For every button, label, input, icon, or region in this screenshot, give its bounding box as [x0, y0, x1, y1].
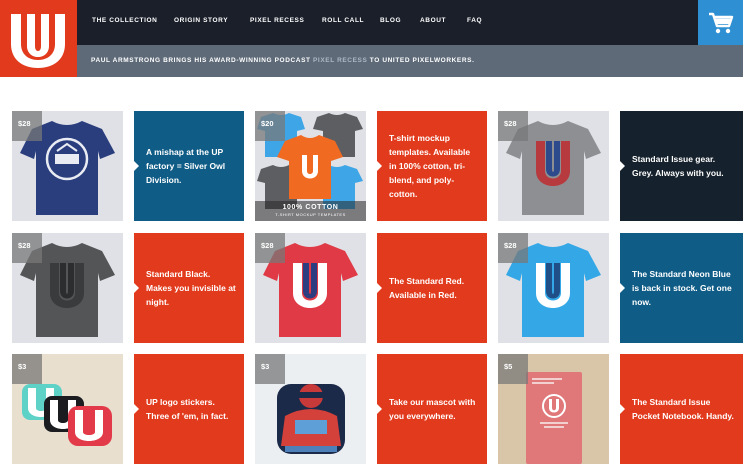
- price-badge: $3: [12, 354, 42, 384]
- product-description: The Standard Neon Blue is back in stock.…: [632, 269, 732, 307]
- banner-pixel-recess-link[interactable]: PIXEL RECESS: [313, 57, 367, 64]
- panel-notch: [134, 283, 139, 293]
- product-image-silver-owl[interactable]: $28: [12, 111, 123, 221]
- product-description-panel[interactable]: T-shirt mockup templates. Available in 1…: [377, 111, 487, 221]
- price-badge: $28: [498, 111, 528, 141]
- product-description-panel[interactable]: Standard Black. Makes you invisible at n…: [134, 233, 244, 343]
- banner-text-before: PAUL ARMSTRONG BRINGS HIS AWARD-WINNING …: [91, 57, 313, 64]
- nav-item-roll-call[interactable]: ROLL CALL: [322, 17, 364, 24]
- product-image-red-tee[interactable]: $28: [255, 233, 366, 343]
- product-image-mascot[interactable]: $3: [255, 354, 366, 464]
- product-image-neon-blue-tee[interactable]: $28: [498, 233, 609, 343]
- nav-item-about[interactable]: ABOUT: [420, 17, 446, 24]
- panel-notch: [620, 283, 625, 293]
- panel-notch: [620, 161, 625, 171]
- product-description: UP logo stickers. Three of 'em, in fact.: [146, 397, 229, 421]
- product-image-black-tee[interactable]: $28: [12, 233, 123, 343]
- site-logo[interactable]: [0, 0, 77, 77]
- price-badge: $28: [12, 111, 42, 141]
- banner-text-after: TO UNITED PIXELWORKERS.: [367, 57, 475, 64]
- product-description: T-shirt mockup templates. Available in 1…: [389, 133, 471, 199]
- panel-notch: [134, 404, 139, 414]
- product-description-panel[interactable]: Standard Issue gear. Grey. Always with y…: [620, 111, 743, 221]
- unitedpixelworkers-u-logo-icon: [11, 14, 65, 68]
- price-badge: $5: [498, 354, 528, 384]
- panel-notch: [377, 283, 382, 293]
- price-badge: $20: [255, 111, 285, 141]
- panel-notch: [134, 161, 139, 171]
- nav-item-origin-story[interactable]: ORIGIN STORY: [174, 17, 228, 24]
- product-image-stickers[interactable]: $3: [12, 354, 123, 464]
- product-description: The Standard Red. Available in Red.: [389, 276, 465, 300]
- nav-item-pixel-recess[interactable]: PIXEL RECESS: [250, 17, 304, 24]
- banner-text: PAUL ARMSTRONG BRINGS HIS AWARD-WINNING …: [91, 57, 475, 64]
- product-image-grey-tee[interactable]: $28: [498, 111, 609, 221]
- main-nav: THE COLLECTION ORIGIN STORY PIXEL RECESS…: [77, 0, 698, 45]
- product-description: Take our mascot with you everywhere.: [389, 397, 476, 421]
- product-description-panel[interactable]: UP logo stickers. Three of 'em, in fact.: [134, 354, 244, 464]
- nav-item-the-collection[interactable]: THE COLLECTION: [92, 17, 157, 24]
- product-description: A mishap at the UP factory = Silver Owl …: [146, 147, 226, 185]
- price-badge: $3: [255, 354, 285, 384]
- product-description-panel[interactable]: The Standard Neon Blue is back in stock.…: [620, 233, 743, 343]
- nav-item-blog[interactable]: BLOG: [380, 17, 401, 24]
- price-badge: $28: [498, 233, 528, 263]
- price-badge: $28: [255, 233, 285, 263]
- product-description: The Standard Issue Pocket Notebook. Hand…: [632, 397, 734, 421]
- cart-button[interactable]: [698, 0, 743, 45]
- product-image-notebook[interactable]: $5: [498, 354, 609, 464]
- panel-notch: [620, 404, 625, 414]
- nav-item-faq[interactable]: FAQ: [467, 17, 482, 24]
- cart-icon: [709, 12, 734, 34]
- mockup-tile-caption: 100% COTTON T-SHIRT MOCKUP TEMPLATES: [255, 201, 366, 221]
- price-badge: $28: [12, 233, 42, 263]
- panel-notch: [377, 404, 382, 414]
- mockup-tile-subtitle: T-SHIRT MOCKUP TEMPLATES: [275, 212, 346, 217]
- mockup-tile-title: 100% COTTON: [282, 204, 339, 211]
- product-description-panel[interactable]: A mishap at the UP factory = Silver Owl …: [134, 111, 244, 221]
- product-description: Standard Black. Makes you invisible at n…: [146, 269, 236, 307]
- product-description: Standard Issue gear. Grey. Always with y…: [632, 154, 724, 178]
- product-description-panel[interactable]: The Standard Red. Available in Red.: [377, 233, 487, 343]
- announcement-banner: PAUL ARMSTRONG BRINGS HIS AWARD-WINNING …: [77, 45, 743, 77]
- product-description-panel[interactable]: The Standard Issue Pocket Notebook. Hand…: [620, 354, 743, 464]
- panel-notch: [377, 161, 382, 171]
- product-description-panel[interactable]: Take our mascot with you everywhere.: [377, 354, 487, 464]
- product-image-mockup-templates[interactable]: 100% COTTON T-SHIRT MOCKUP TEMPLATES $20: [255, 111, 366, 221]
